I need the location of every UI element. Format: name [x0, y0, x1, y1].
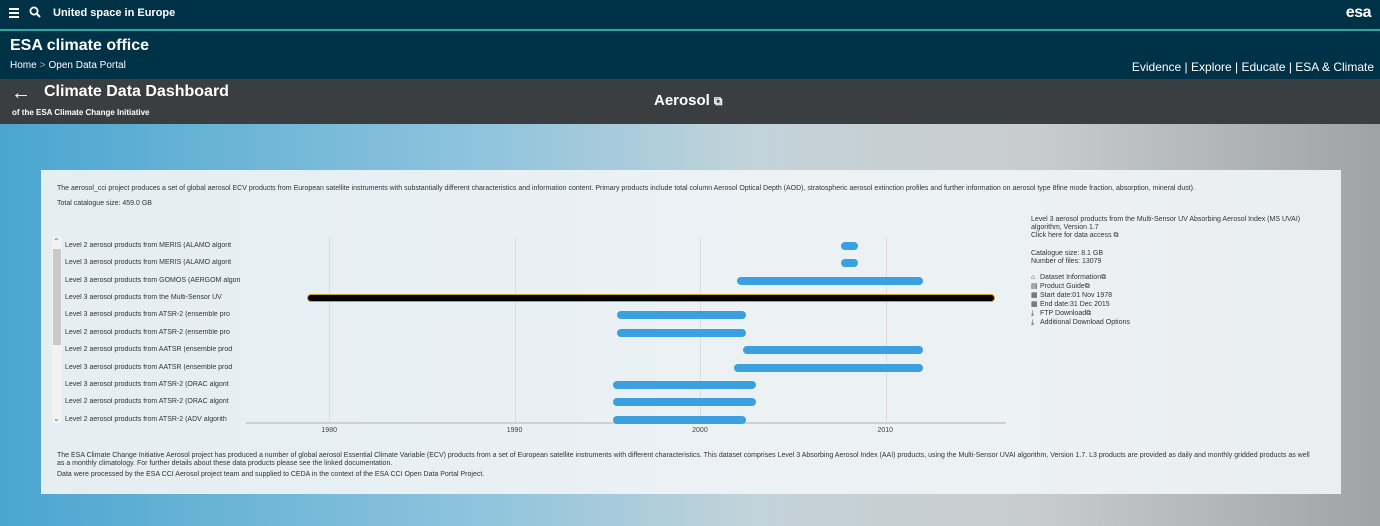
dataset-link-label[interactable]: Additional Download Options	[1040, 319, 1130, 327]
dataset-link-label[interactable]: FTP Download	[1040, 310, 1086, 318]
dataset-list-scrollbar[interactable]: ⌃ ⌄	[52, 237, 62, 423]
dataset-row-label[interactable]: Level 2 aerosol products from ATSR-2 (AD…	[65, 416, 245, 423]
dataset-link-item[interactable]: ⌂ Dataset Information ⧉	[1031, 273, 1331, 282]
dataset-row-label[interactable]: Level 3 aerosol products from ATSR-2 (OR…	[65, 381, 245, 388]
scroll-down-icon[interactable]: ⌄	[53, 414, 60, 423]
dataset-description: The ESA Climate Change Initiative Aeroso…	[57, 452, 1310, 467]
dataset-link-label[interactable]: Dataset Information	[1040, 274, 1101, 282]
top-bar: United space in Europe esa	[0, 0, 1380, 29]
dataset-stats: Catalogue size: 8.1 GB Number of files: …	[1031, 250, 1331, 266]
dataset-link-label[interactable]: End date:31 Dec 2015	[1040, 301, 1110, 309]
document-icon: ▤	[1031, 282, 1038, 290]
scroll-up-icon[interactable]: ⌃	[53, 237, 60, 246]
dataset-row-label[interactable]: Level 3 aerosol products from the Multi-…	[65, 294, 245, 301]
gridline	[885, 237, 887, 422]
dataset-link-item[interactable]: ⤓ Additional Download Options	[1031, 318, 1331, 327]
dataset-link-item[interactable]: ⤓ FTP Download ⧉	[1031, 309, 1331, 318]
gridline	[329, 237, 331, 422]
dataset-links: ⌂ Dataset Information ⧉ ▤ Product Guide ⧉ ▦ Sta…	[1031, 273, 1331, 327]
dataset-link-item[interactable]: ▦ Start date:01 Nov 1978	[1031, 291, 1331, 300]
dashboard-bar: ← Climate Data Dashboard of the ESA Clim…	[0, 79, 1380, 124]
x-tick-label: 1990	[506, 427, 523, 434]
dataset-bar[interactable]	[616, 311, 747, 320]
external-link-icon: ⧉	[1084, 282, 1090, 290]
search-icon[interactable]	[29, 6, 41, 18]
dataset-row-label[interactable]: Level 3 aerosol products from AATSR (ens…	[65, 364, 245, 371]
download-icon: ⤓	[1031, 318, 1035, 326]
dataset-bar[interactable]	[733, 363, 923, 372]
dataset-row-label[interactable]: Level 3 aerosol products from MERIS (ALA…	[65, 259, 245, 266]
total-catalogue-size: Total catalogue size: 459.0 GB	[57, 200, 152, 207]
processing-note: Data were processed by the ESA CCI Aeros…	[57, 471, 485, 478]
dataset-row-label[interactable]: Level 3 aerosol products from ATSR-2 (en…	[65, 311, 245, 318]
breadcrumb: Home > Open Data Portal	[10, 60, 126, 71]
x-tick-label: 2010	[877, 427, 894, 434]
dataset-bar[interactable]	[613, 380, 756, 389]
dataset-name: Level 3 aerosol products from the Multi-…	[1031, 216, 1301, 231]
gridline	[514, 237, 516, 422]
site-title[interactable]: United space in Europe	[53, 7, 175, 19]
external-link-icon: ⧉	[1101, 273, 1107, 281]
calendar-icon: ▦	[1031, 300, 1038, 308]
breadcrumb-home[interactable]: Home	[10, 60, 37, 71]
dataset-info: Level 3 aerosol products from the Multi-…	[1031, 216, 1331, 327]
ecv-name: Aerosol	[654, 92, 710, 109]
dataset-bar[interactable]	[613, 415, 747, 424]
ecv-title: Aerosol ⧉	[654, 92, 722, 109]
dataset-bar[interactable]	[841, 259, 858, 268]
dataset-bar[interactable]	[616, 328, 747, 337]
x-tick-label: 2000	[692, 427, 708, 434]
dataset-row-label[interactable]: Level 2 aerosol products from ATSR-2 (en…	[65, 329, 245, 336]
page-title[interactable]: ESA climate office	[10, 37, 149, 55]
selected-dataset-bar[interactable]	[307, 293, 995, 302]
dataset-row-label[interactable]: Level 2 aerosol products from MERIS (ALA…	[65, 242, 245, 249]
dataset-link-label[interactable]: Product Guide	[1040, 283, 1085, 291]
dataset-link-item[interactable]: ▦ End date:31 Dec 2015	[1031, 300, 1331, 309]
site-header: ESA climate office Home > Open Data Portal…	[0, 31, 1380, 79]
data-access-link[interactable]: Click here for data access ⧉	[1031, 232, 1331, 240]
dashboard-title: Climate Data Dashboard	[44, 83, 229, 100]
number-of-files: Number of files: 13079	[1031, 258, 1102, 265]
esa-logo[interactable]: esa	[1346, 4, 1372, 22]
breadcrumb-open-data-portal[interactable]: Open Data Portal	[49, 60, 126, 71]
intro-text: The aerosol_cci project produces a set o…	[57, 185, 1195, 192]
back-arrow-icon[interactable]: ←	[11, 82, 31, 105]
external-link-icon: ⧉	[1086, 309, 1092, 317]
dataset-link-label[interactable]: Start date:01 Nov 1978	[1040, 292, 1112, 300]
data-access-label[interactable]: Click here for data access	[1031, 232, 1112, 239]
dataset-row-label[interactable]: Level 2 aerosol products from ATSR-2 (OR…	[65, 398, 245, 405]
external-link-icon[interactable]: ⧉	[714, 94, 723, 108]
dashboard-subtitle: of the ESA Climate Change Initiative	[12, 108, 150, 117]
breadcrumb-separator: >	[39, 60, 46, 71]
external-link-icon: ⧉	[1113, 232, 1119, 239]
download-icon: ⤓	[1031, 309, 1035, 317]
dataset-link-item[interactable]: ▤ Product Guide ⧉	[1031, 282, 1331, 291]
dataset-bar[interactable]	[737, 276, 923, 285]
scroll-thumb[interactable]	[53, 249, 61, 345]
dataset-bar[interactable]	[742, 346, 923, 355]
home-icon: ⌂	[1031, 273, 1036, 281]
dataset-bar[interactable]	[841, 241, 858, 250]
dataset-row-label[interactable]: Level 2 aerosol products from AATSR (ens…	[65, 346, 245, 353]
dataset-bar[interactable]	[613, 398, 756, 407]
dataset-row-label[interactable]: Level 3 aerosol products from GOMOS (AER…	[65, 277, 245, 284]
calendar-icon: ▦	[1031, 291, 1038, 299]
x-tick-label: 1980	[321, 427, 337, 434]
ecv-panel: The aerosol_cci project produces a set o…	[41, 170, 1341, 494]
menu-icon[interactable]	[9, 8, 19, 18]
section-nav[interactable]: Evidence | Explore | Educate | ESA & Cli…	[1132, 60, 1374, 74]
catalogue-size: Catalogue size: 8.1 GB	[1031, 250, 1103, 257]
